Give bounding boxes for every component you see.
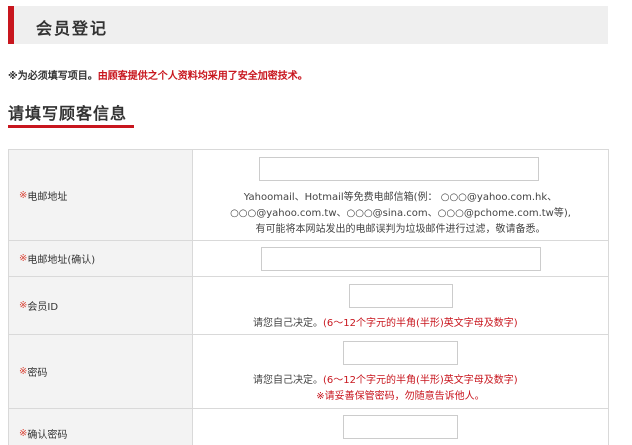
password-label: ※ 密码 xyxy=(9,335,193,408)
security-note: 由顾客提供之个人资料均采用了安全加密技术。 xyxy=(97,71,308,82)
page-header: 会员登记 xyxy=(8,6,608,44)
required-mark: ※ xyxy=(19,253,28,264)
password-input[interactable] xyxy=(343,341,458,365)
required-notice: ※为必须填写项目。由顾客提供之个人资料均采用了安全加密技术。 xyxy=(8,67,308,82)
member-id-input[interactable] xyxy=(349,284,453,308)
password-confirm-input[interactable] xyxy=(343,415,458,439)
password-confirm-label: ※ 确认密码 xyxy=(9,409,193,445)
email-confirm-cell xyxy=(193,241,609,276)
required-mark: ※ xyxy=(19,300,28,311)
member-id-hint-text: 请您自己决定。 xyxy=(253,318,323,329)
required-mark: ※ xyxy=(19,366,28,377)
member-id-label: ※ 会员ID xyxy=(9,277,193,334)
member-id-hint: 请您自己决定。(6～12个字元的半角(半形)英文字母及数字) xyxy=(253,314,518,329)
section-underline xyxy=(8,125,134,128)
required-note: ※为必须填写项目。 xyxy=(8,71,98,82)
member-id-rule: (6～12个字元的半角(半形)英文字母及数字) xyxy=(323,318,518,329)
member-id-label-text: 会员ID xyxy=(27,302,59,313)
registration-form: ※ 电邮地址 Yahoomail、Hotmail等免费电邮信箱(例： ○○○@ya… xyxy=(8,149,609,445)
email-input[interactable] xyxy=(259,157,539,181)
password-label-text: 密码 xyxy=(27,368,48,379)
required-mark: ※ xyxy=(19,428,28,439)
email-cell: Yahoomail、Hotmail等免费电邮信箱(例： ○○○@yahoo.co… xyxy=(193,150,609,240)
password-warning: ※请妥善保管密码，勿随意告诉他人。 xyxy=(316,391,485,402)
section-title: 请填写顾客信息 xyxy=(8,104,128,123)
password-hint: 请您自己决定。(6～12个字元的半角(半形)英文字母及数字) xyxy=(253,371,518,386)
password-row: ※ 密码 请您自己决定。(6～12个字元的半角(半形)英文字母及数字) ※请妥善保… xyxy=(9,335,609,409)
password-confirm-cell xyxy=(193,409,609,445)
member-id-cell: 请您自己决定。(6～12个字元的半角(半形)英文字母及数字) xyxy=(193,277,609,334)
email-confirm-input[interactable] xyxy=(261,247,541,271)
password-confirm-row: ※ 确认密码 xyxy=(9,409,609,445)
password-hint-text: 请您自己决定。 xyxy=(253,375,323,386)
email-note-line3: 有可能将本网站发出的电邮误判为垃圾邮件进行过滤，敬请备悉。 xyxy=(255,224,546,235)
member-id-row: ※ 会员ID 请您自己决定。(6～12个字元的半角(半形)英文字母及数字) xyxy=(9,277,609,335)
page-title: 会员登记 xyxy=(36,19,109,38)
password-rule: (6～12个字元的半角(半形)英文字母及数字) xyxy=(323,375,518,386)
header-accent-bar xyxy=(8,6,14,44)
password-cell: 请您自己决定。(6～12个字元的半角(半形)英文字母及数字) ※请妥善保管密码，… xyxy=(193,335,609,408)
password-confirm-label-text: 确认密码 xyxy=(27,430,68,441)
email-label: ※ 电邮地址 xyxy=(9,150,193,240)
email-row: ※ 电邮地址 Yahoomail、Hotmail等免费电邮信箱(例： ○○○@ya… xyxy=(9,150,609,241)
email-confirm-label: ※ 电邮地址(确认) xyxy=(9,241,193,276)
email-label-text: 电邮地址 xyxy=(27,191,68,203)
email-note-line2: ○○○@yahoo.com.tw、○○○@sina.com、○○○@pchome… xyxy=(230,208,571,219)
required-mark: ※ xyxy=(19,189,28,201)
email-confirm-label-text: 电邮地址(确认) xyxy=(27,255,96,266)
email-confirm-row: ※ 电邮地址(确认) xyxy=(9,241,609,277)
email-note-line1: Yahoomail、Hotmail等免费电邮信箱(例： ○○○@yahoo.co… xyxy=(243,192,558,203)
